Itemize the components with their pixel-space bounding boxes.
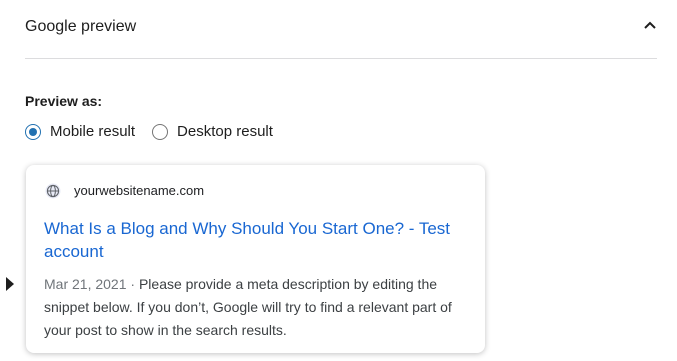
snippet-date: Mar 21, 2021 (44, 276, 127, 292)
panel-title: Google preview (25, 18, 137, 35)
globe-icon (45, 183, 61, 199)
preview-as-label: Preview as: (25, 93, 103, 109)
google-preview-toggle[interactable]: Google preview (25, 0, 657, 59)
mobile-result-radio[interactable] (25, 124, 41, 140)
preview-mode-radio-group: Mobile result Desktop result (25, 121, 290, 143)
mobile-result-label[interactable]: Mobile result (50, 122, 135, 142)
snippet-url: yourwebsitename.com (74, 183, 205, 198)
chevron-up-icon[interactable] (643, 18, 657, 32)
desktop-result-label[interactable]: Desktop result (177, 122, 273, 142)
snippet-title[interactable]: What Is a Blog and Why Should You Start … (44, 217, 464, 263)
snippet-separator: · (126, 276, 139, 292)
caret-right-icon[interactable] (6, 277, 14, 291)
snippet-url-row: yourwebsitename.com (45, 183, 204, 199)
desktop-result-option[interactable]: Desktop result (152, 122, 273, 142)
mobile-result-option[interactable]: Mobile result (25, 122, 135, 142)
google-preview-panel: Google preview Preview as: Mobile result… (0, 0, 677, 361)
desktop-result-radio[interactable] (152, 124, 169, 140)
google-snippet-card: yourwebsitename.com What Is a Blog and W… (26, 165, 485, 353)
snippet-description-block[interactable]: Mar 21, 2021 · Please provide a meta des… (44, 273, 470, 342)
